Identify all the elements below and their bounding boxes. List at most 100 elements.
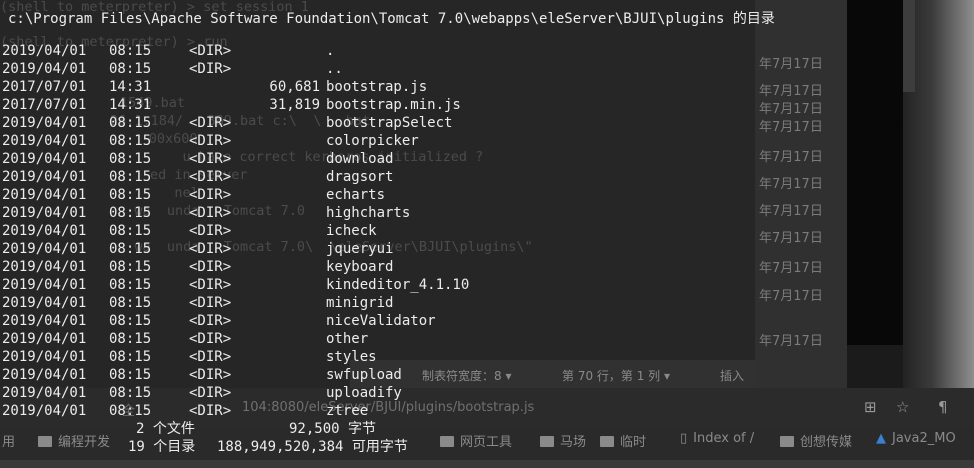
bookmark-item[interactable]: ▲ Java2_MO — [876, 431, 956, 446]
entry-time: 08:15 — [109, 205, 152, 221]
entry-type: <DIR> — [189, 403, 232, 419]
entry-type: <DIR> — [189, 223, 232, 239]
entry-type: <DIR> — [189, 169, 232, 185]
bg-date-label: 年7月17日 — [759, 334, 823, 349]
entry-time: 08:15 — [109, 403, 152, 419]
java-icon: ▲ — [876, 431, 886, 446]
entry-date: 2019/04/01 — [2, 259, 87, 275]
entry-type: <DIR> — [189, 151, 232, 167]
paragraph-icon[interactable]: ¶ — [938, 398, 948, 416]
entry-type: <DIR> — [189, 115, 232, 131]
entry-time: 08:15 — [109, 43, 152, 59]
folder-icon — [780, 436, 794, 447]
entry-date: 2019/04/01 — [2, 241, 87, 257]
entry-time: 08:15 — [109, 241, 152, 257]
entry-date: 2019/04/01 — [2, 313, 87, 329]
entry-time: 08:15 — [109, 277, 152, 293]
entry-type: <DIR> — [189, 187, 232, 203]
entry-date: 2019/04/01 — [2, 295, 87, 311]
entry-time: 08:15 — [109, 367, 152, 383]
entry-date: 2019/04/01 — [2, 385, 87, 401]
entry-date: 2019/04/01 — [2, 169, 87, 185]
entry-date: 2019/04/01 — [2, 115, 87, 131]
star-icon[interactable]: ☆ — [896, 398, 909, 416]
entry-time: 08:15 — [109, 331, 152, 347]
directory-listing: c:\Program Files\Apache Software Foundat… — [0, 0, 775, 468]
entry-date: 2019/04/01 — [2, 403, 87, 419]
entry-size: 31,819 — [269, 97, 320, 113]
dirs-count: 19 个目录 — [128, 439, 196, 455]
bg-date-label: 年7月17日 — [759, 120, 823, 135]
entry-name: kindeditor_4.1.10 — [326, 277, 470, 293]
background-far-panel — [903, 0, 974, 395]
entry-date: 2019/04/01 — [2, 61, 87, 77]
entry-size: 60,681 — [269, 79, 320, 95]
entry-name: . — [326, 43, 335, 59]
entry-time: 08:15 — [109, 349, 152, 365]
entry-type: <DIR> — [189, 277, 232, 293]
entry-date: 2019/04/01 — [2, 43, 87, 59]
bg-date-label: 年7月17日 — [759, 150, 823, 165]
entry-date: 2019/04/01 — [2, 367, 87, 383]
entry-type: <DIR> — [189, 61, 232, 77]
entry-type: <DIR> — [189, 385, 232, 401]
entry-date: 2019/04/01 — [2, 349, 87, 365]
entry-date: 2017/07/01 — [2, 79, 87, 95]
entry-name: bootstrapSelect — [326, 115, 453, 131]
entry-date: 2017/07/01 — [2, 97, 87, 113]
entry-name: icheck — [326, 223, 377, 239]
entry-name: colorpicker — [326, 133, 419, 149]
entry-date: 2019/04/01 — [2, 277, 87, 293]
entry-time: 14:31 — [109, 97, 152, 113]
scrollbar-thumb[interactable] — [903, 0, 915, 92]
dirs-bytes: 188,949,520,384 可用字节 — [217, 439, 408, 455]
entry-name: dragsort — [326, 169, 394, 185]
files-bytes: 92,500 字节 — [289, 421, 377, 437]
entry-name: bootstrap.min.js — [326, 97, 461, 113]
bg-date-label: 年7月17日 — [759, 177, 823, 192]
entry-name: ztree — [326, 403, 369, 419]
entry-date: 2019/04/01 — [2, 331, 87, 347]
entry-type: <DIR> — [189, 259, 232, 275]
entry-time: 08:15 — [109, 133, 152, 149]
entry-name: uploadify — [326, 385, 402, 401]
translate-icon[interactable]: ⊞ — [864, 398, 877, 416]
entry-time: 08:15 — [109, 187, 152, 203]
entry-type: <DIR> — [189, 205, 232, 221]
entry-name: jqueryui — [326, 241, 394, 257]
entry-date: 2019/04/01 — [2, 151, 87, 167]
bg-date-label: 年7月17日 — [759, 231, 823, 246]
entry-name: keyboard — [326, 259, 394, 275]
entry-date: 2019/04/01 — [2, 187, 87, 203]
entry-type: <DIR> — [189, 367, 232, 383]
entry-name: bootstrap.js — [326, 79, 428, 95]
entry-type: <DIR> — [189, 349, 232, 365]
entry-time: 08:15 — [109, 385, 152, 401]
entry-time: 14:31 — [109, 79, 152, 95]
bookmark-folder[interactable]: 创想传媒 — [780, 431, 852, 450]
entry-date: 2019/04/01 — [2, 205, 87, 221]
entry-name: download — [326, 151, 394, 167]
bg-date-label: 年7月17日 — [759, 57, 823, 72]
entry-date: 2019/04/01 — [2, 133, 87, 149]
entry-type: <DIR> — [189, 241, 232, 257]
bg-date-label: 年7月17日 — [759, 84, 823, 99]
entry-time: 08:15 — [109, 223, 152, 239]
entry-time: 08:15 — [109, 313, 152, 329]
entry-time: 08:15 — [109, 295, 152, 311]
entry-type: <DIR> — [189, 313, 232, 329]
entry-name: minigrid — [326, 295, 394, 311]
bg-date-label: 年7月17日 — [759, 102, 823, 117]
entry-type: <DIR> — [189, 331, 232, 347]
entry-type: <DIR> — [189, 43, 232, 59]
bg-date-label: 年7月17日 — [759, 261, 823, 276]
entry-name: swfupload — [326, 367, 402, 383]
background-dark-panel — [847, 0, 903, 345]
entry-name: echarts — [326, 187, 386, 203]
entry-time: 08:15 — [109, 61, 152, 77]
entry-time: 08:15 — [109, 169, 152, 185]
entry-name: niceValidator — [326, 313, 436, 329]
entry-name: highcharts — [326, 205, 411, 221]
files-count: 2 个文件 — [136, 421, 195, 437]
entry-type: <DIR> — [189, 295, 232, 311]
